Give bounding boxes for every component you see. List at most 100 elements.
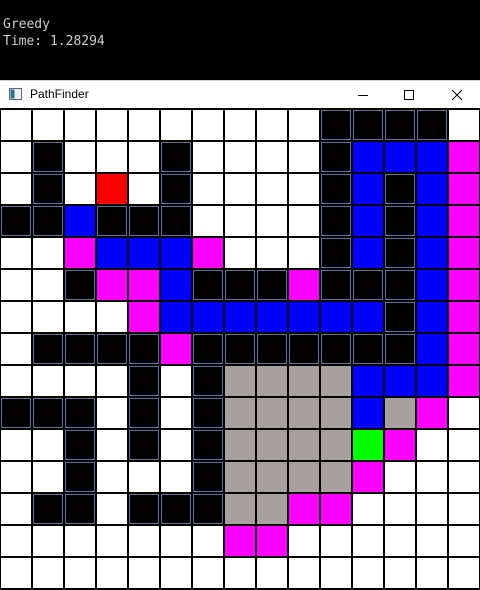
grid-cell-empty[interactable] [193,526,223,556]
grid-cell-path[interactable] [417,302,447,332]
grid-cell-visited[interactable] [289,366,319,396]
grid-cell-wall[interactable] [385,110,415,140]
close-button[interactable] [434,81,480,109]
grid-cell-empty[interactable] [449,558,479,588]
grid-cell-path[interactable] [161,270,191,300]
grid-cell-path[interactable] [289,302,319,332]
grid-cell-empty[interactable] [33,462,63,492]
grid-cell-frontier[interactable] [353,462,383,492]
grid-cell-wall[interactable] [161,174,191,204]
grid-cell-frontier[interactable] [161,334,191,364]
grid-cell-empty[interactable] [161,462,191,492]
grid-cell-wall[interactable] [321,142,351,172]
grid-cell-empty[interactable] [1,302,31,332]
grid-cell-empty[interactable] [1,558,31,588]
grid-cell-frontier[interactable] [449,238,479,268]
grid-cell-empty[interactable] [225,558,255,588]
grid-cell-wall[interactable] [417,110,447,140]
grid-cell-wall[interactable] [129,494,159,524]
grid-cell-wall[interactable] [161,206,191,236]
grid-cell-wall[interactable] [321,206,351,236]
grid-cell-wall[interactable] [33,206,63,236]
grid-cell-empty[interactable] [161,366,191,396]
grid-cell-visited[interactable] [225,462,255,492]
grid-cell-frontier[interactable] [449,206,479,236]
grid-cell-empty[interactable] [97,302,127,332]
grid-cell-frontier[interactable] [449,334,479,364]
grid-cell-wall[interactable] [321,110,351,140]
grid-cell-empty[interactable] [1,462,31,492]
grid-cell-empty[interactable] [129,558,159,588]
grid-cell-wall[interactable] [193,334,223,364]
grid-cell-wall[interactable] [97,206,127,236]
grid-cell-empty[interactable] [225,174,255,204]
grid-cell-wall[interactable] [321,334,351,364]
grid-cell-wall[interactable] [129,430,159,460]
grid-cell-path[interactable] [129,238,159,268]
grid-cell-empty[interactable] [193,142,223,172]
grid-cell-wall[interactable] [1,206,31,236]
grid-cell-wall[interactable] [33,494,63,524]
grid-cell-frontier[interactable] [97,270,127,300]
grid-cell-empty[interactable] [449,430,479,460]
grid-cell-frontier[interactable] [449,302,479,332]
grid-cell-empty[interactable] [289,142,319,172]
grid-cell-visited[interactable] [289,398,319,428]
grid-cell-empty[interactable] [1,142,31,172]
grid-cell-empty[interactable] [65,558,95,588]
grid-cell-empty[interactable] [289,206,319,236]
grid-cell-wall[interactable] [385,238,415,268]
grid-cell-frontier[interactable] [321,494,351,524]
grid-cell-frontier[interactable] [225,526,255,556]
grid-cell-path[interactable] [193,302,223,332]
grid-cell-empty[interactable] [33,270,63,300]
grid-cell-empty[interactable] [289,174,319,204]
grid-cell-empty[interactable] [129,462,159,492]
grid-cell-path[interactable] [161,302,191,332]
grid-cell-wall[interactable] [385,302,415,332]
grid-cell-visited[interactable] [225,398,255,428]
grid-cell-empty[interactable] [257,558,287,588]
grid-cell-path[interactable] [353,142,383,172]
grid-cell-visited[interactable] [321,398,351,428]
grid-cell-wall[interactable] [1,398,31,428]
grid-cell-empty[interactable] [449,110,479,140]
grid-cell-empty[interactable] [65,526,95,556]
grid-cell-wall[interactable] [193,430,223,460]
grid-cell-goal[interactable] [97,174,127,204]
minimize-button[interactable] [340,81,386,109]
grid-cell-empty[interactable] [449,494,479,524]
grid-cell-wall[interactable] [321,238,351,268]
grid-cell-wall[interactable] [353,334,383,364]
grid-cell-empty[interactable] [33,526,63,556]
grid-cell-path[interactable] [385,366,415,396]
grid-cell-wall[interactable] [193,270,223,300]
grid-cell-empty[interactable] [417,558,447,588]
grid-cell-visited[interactable] [257,398,287,428]
grid-cell-wall[interactable] [65,494,95,524]
grid-cell-wall[interactable] [193,366,223,396]
grid-cell-path[interactable] [257,302,287,332]
grid-cell-path[interactable] [353,398,383,428]
grid-cell-empty[interactable] [33,302,63,332]
grid-cell-empty[interactable] [1,526,31,556]
grid-cell-visited[interactable] [225,430,255,460]
grid-cell-empty[interactable] [97,398,127,428]
grid-cell-path[interactable] [417,174,447,204]
grid-cell-empty[interactable] [289,526,319,556]
grid-cell-frontier[interactable] [65,238,95,268]
grid-cell-frontier[interactable] [449,270,479,300]
grid-cell-empty[interactable] [321,558,351,588]
maximize-button[interactable] [386,81,432,109]
grid-cell-visited[interactable] [257,494,287,524]
grid-cell-empty[interactable] [385,558,415,588]
grid-cell-wall[interactable] [65,462,95,492]
grid-cell-empty[interactable] [129,174,159,204]
grid-cell-visited[interactable] [257,430,287,460]
grid-cell-visited[interactable] [321,430,351,460]
grid-cell-empty[interactable] [33,110,63,140]
grid-cell-empty[interactable] [97,110,127,140]
grid-cell-empty[interactable] [161,558,191,588]
grid-cell-wall[interactable] [161,142,191,172]
grid-cell-wall[interactable] [65,334,95,364]
